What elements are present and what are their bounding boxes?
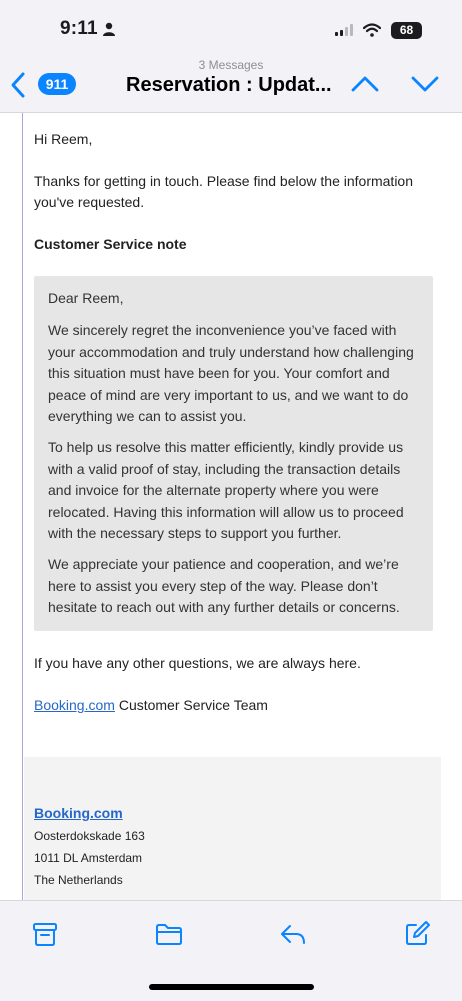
- closing-text: If you have any other questions, we are …: [34, 655, 361, 671]
- address-line-3: The Netherlands: [34, 873, 123, 887]
- note-heading: Customer Service note: [34, 236, 187, 252]
- note-paragraph-1: We sincerely regret the inconvenience yo…: [48, 322, 414, 424]
- email-subject-title: Reservation : Updat...: [126, 74, 332, 96]
- signature-team: Customer Service Team: [114, 697, 268, 713]
- signature: Booking.com Customer Service Team: [34, 695, 434, 716]
- message-count: 3 Messages: [198, 58, 264, 72]
- address-line-2: 1011 DL Amsterdam: [34, 851, 143, 865]
- footer-brand-link[interactable]: Booking.com: [34, 805, 123, 821]
- customer-service-note: Dear Reem, We sincerely regret the incon…: [34, 276, 433, 631]
- next-message-icon[interactable]: [410, 74, 440, 94]
- address-line-1: Oosterdokskade 163: [34, 829, 145, 843]
- intro-text: Thanks for getting in touch. Please find…: [34, 173, 413, 210]
- booking-link[interactable]: Booking.com: [34, 697, 115, 713]
- back-button-count[interactable]: 911: [38, 73, 76, 95]
- status-indicators: 68: [335, 20, 422, 40]
- email-footer: Booking.com Oosterdokskade 163 1011 DL A…: [24, 757, 441, 900]
- compose-icon[interactable]: [402, 919, 432, 949]
- archive-icon[interactable]: [30, 919, 60, 949]
- reply-icon[interactable]: [278, 919, 308, 949]
- email-body[interactable]: Hi Reem, Thanks for getting in touch. Pl…: [0, 113, 462, 900]
- back-chevron-icon[interactable]: [8, 71, 30, 99]
- folder-icon[interactable]: [154, 919, 184, 949]
- status-time: 9:11: [60, 18, 98, 39]
- wifi-icon: [363, 23, 381, 37]
- home-indicator[interactable]: [149, 984, 314, 990]
- cellular-signal-icon: [335, 24, 353, 36]
- status-bar: 9:11 68: [0, 0, 462, 56]
- battery-icon: 68: [391, 21, 422, 39]
- previous-message-icon[interactable]: [350, 74, 380, 94]
- navigation-bar: 3 Messages 911 Reservation : Updat...: [0, 56, 462, 113]
- person-icon: [103, 22, 115, 36]
- note-paragraph-2: To help us resolve this matter efficient…: [48, 439, 404, 541]
- greeting: Hi Reem,: [34, 131, 93, 147]
- battery-level: 68: [399, 23, 414, 37]
- thread-divider: [22, 113, 23, 900]
- note-paragraph-3: We appreciate your patience and cooperat…: [48, 556, 400, 615]
- note-salutation: Dear Reem,: [48, 290, 124, 306]
